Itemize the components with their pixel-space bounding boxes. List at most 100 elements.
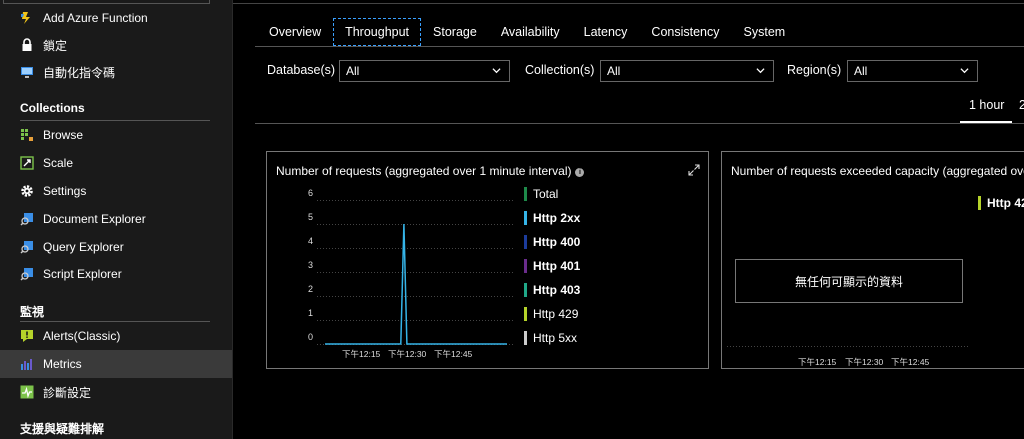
legend-label: Http 401	[533, 259, 581, 273]
x-tick-label: 下午12:15	[798, 357, 837, 367]
legend-item-http-403[interactable]: Http 403	[524, 282, 580, 298]
sidebar-item-add-azure-function[interactable]: Add Azure Function	[0, 4, 232, 32]
metric-tabs: Overview Throughput Storage Availability…	[257, 18, 797, 48]
sidebar-item-scale[interactable]: Scale	[0, 149, 232, 177]
collection-dropdown-value: All	[607, 64, 621, 78]
sidebar-item-alerts-classic[interactable]: Alerts(Classic)	[0, 322, 232, 350]
sidebar-item-diagnostic-settings[interactable]: 診斷設定	[0, 378, 232, 406]
exceeded-capacity-panel: Number of requests exceeded capacity (ag…	[721, 151, 1024, 369]
sidebar-item-label: Alerts(Classic)	[43, 329, 121, 343]
sidebar-section-title: 監視	[20, 305, 45, 319]
legend-item-http-5xx[interactable]: Http 5xx	[524, 330, 577, 346]
frame-top-border	[233, 3, 1024, 4]
sidebar-item-label: Settings	[43, 184, 87, 198]
diagnostics-icon	[20, 385, 34, 399]
sidebar-item-query-explorer[interactable]: Query Explorer	[0, 233, 232, 261]
time-range-1-hour[interactable]: 1 hour	[969, 98, 1004, 112]
sidebar-section-title: 支援與疑難排解	[20, 422, 105, 436]
legend-swatch	[524, 187, 527, 201]
sidebar-item-label: Metrics	[43, 357, 82, 371]
legend-swatch	[524, 307, 527, 321]
sidebar: Add Azure Function 鎖定 自動化指令碼 Collections…	[0, 0, 232, 439]
document-explorer-icon	[20, 212, 34, 226]
sidebar-section-title: Collections	[20, 101, 85, 115]
sidebar-item-label: Query Explorer	[43, 240, 124, 254]
region-filter-label: Region(s)	[787, 63, 842, 77]
legend-swatch	[978, 196, 981, 210]
sidebar-item-label: 鎖定	[43, 38, 68, 53]
sidebar-item-label: 自動化指令碼	[43, 65, 116, 80]
exceeded-capacity-title: Number of requests exceeded capacity (ag…	[731, 164, 1024, 178]
sidebar-item-label: Scale	[43, 156, 74, 170]
sidebar-item-settings[interactable]: Settings	[0, 177, 232, 205]
sidebar-item-lock[interactable]: 鎖定	[0, 31, 232, 59]
collection-filter-label: Collection(s)	[525, 63, 595, 77]
legend-label: Http 400	[533, 235, 581, 249]
lightning-icon	[20, 11, 34, 25]
tab-latency[interactable]: Latency	[572, 18, 640, 46]
legend-swatch	[524, 283, 527, 297]
legend-label: Http 403	[533, 283, 581, 297]
legend-label: Http 429	[533, 307, 579, 321]
no-data-text: 無任何可顯示的資料	[794, 274, 903, 289]
chevron-down-icon	[960, 68, 969, 74]
tab-storage[interactable]: Storage	[421, 18, 489, 46]
x-tick-label: 下午12:30	[845, 357, 884, 367]
database-filter-label: Database(s)	[267, 63, 336, 77]
x-tick-label: 下午12:45	[891, 357, 930, 367]
legend-item-http-401[interactable]: Http 401	[524, 258, 580, 274]
legend-label: Http 2xx	[533, 211, 581, 225]
legend-item-http-400[interactable]: Http 400	[524, 234, 580, 250]
sidebar-item-automation-script[interactable]: 自動化指令碼	[0, 58, 232, 86]
legend-item-http-42[interactable]: Http 42	[978, 195, 1024, 211]
legend-swatch	[524, 211, 527, 225]
alert-icon	[20, 329, 34, 343]
sidebar-item-label: Browse	[43, 128, 84, 142]
legend-label: Http 42	[987, 196, 1024, 210]
tab-system[interactable]: System	[732, 18, 798, 46]
tab-consistency[interactable]: Consistency	[639, 18, 731, 46]
tab-throughput[interactable]: Throughput	[333, 18, 422, 46]
scale-icon	[20, 156, 34, 170]
legend-item-total[interactable]: Total	[524, 186, 558, 202]
database-dropdown-value: All	[346, 64, 360, 78]
sidebar-item-label: Add Azure Function	[43, 11, 148, 25]
sidebar-item-script-explorer[interactable]: Script Explorer	[0, 260, 232, 288]
metrics-icon	[20, 357, 34, 371]
time-range-next[interactable]: 2	[1019, 98, 1024, 112]
database-dropdown[interactable]: All	[339, 60, 510, 82]
chevron-down-icon	[492, 68, 501, 74]
browse-icon	[20, 128, 34, 142]
sidebar-item-label: 診斷設定	[43, 385, 92, 400]
query-explorer-icon	[20, 240, 34, 254]
no-data-message: 無任何可顯示的資料	[735, 259, 963, 303]
series-line-http-2xx	[325, 223, 507, 345]
requests-chart-panel: Number of requests (aggregated over 1 mi…	[266, 151, 709, 369]
script-explorer-icon	[20, 267, 34, 281]
region-dropdown[interactable]: All	[847, 60, 978, 82]
collection-dropdown[interactable]: All	[600, 60, 774, 82]
legend-swatch	[524, 331, 527, 345]
legend-swatch	[524, 259, 527, 273]
tabs-divider	[255, 46, 1024, 47]
tab-overview[interactable]: Overview	[257, 18, 333, 46]
monitor-icon	[20, 65, 34, 79]
tab-availability[interactable]: Availability	[489, 18, 572, 46]
region-dropdown-value: All	[854, 64, 868, 78]
main-content: Overview Throughput Storage Availability…	[233, 0, 1024, 439]
sidebar-item-metrics[interactable]: Metrics	[0, 350, 232, 378]
sidebar-item-document-explorer[interactable]: Document Explorer	[0, 205, 232, 233]
sidebar-item-label: Document Explorer	[43, 212, 146, 226]
filters-divider	[255, 123, 1024, 124]
gridline	[727, 346, 970, 347]
legend-swatch	[524, 235, 527, 249]
sidebar-item-label: Script Explorer	[43, 267, 122, 281]
legend-item-http-429[interactable]: Http 429	[524, 306, 578, 322]
legend-label: Http 5xx	[533, 331, 578, 345]
gear-icon	[20, 184, 34, 198]
lock-icon	[20, 38, 34, 52]
sidebar-item-browse[interactable]: Browse	[0, 121, 232, 149]
legend-item-http-2xx[interactable]: Http 2xx	[524, 210, 580, 226]
chart-lines	[325, 223, 507, 345]
legend-label: Total	[533, 187, 559, 201]
